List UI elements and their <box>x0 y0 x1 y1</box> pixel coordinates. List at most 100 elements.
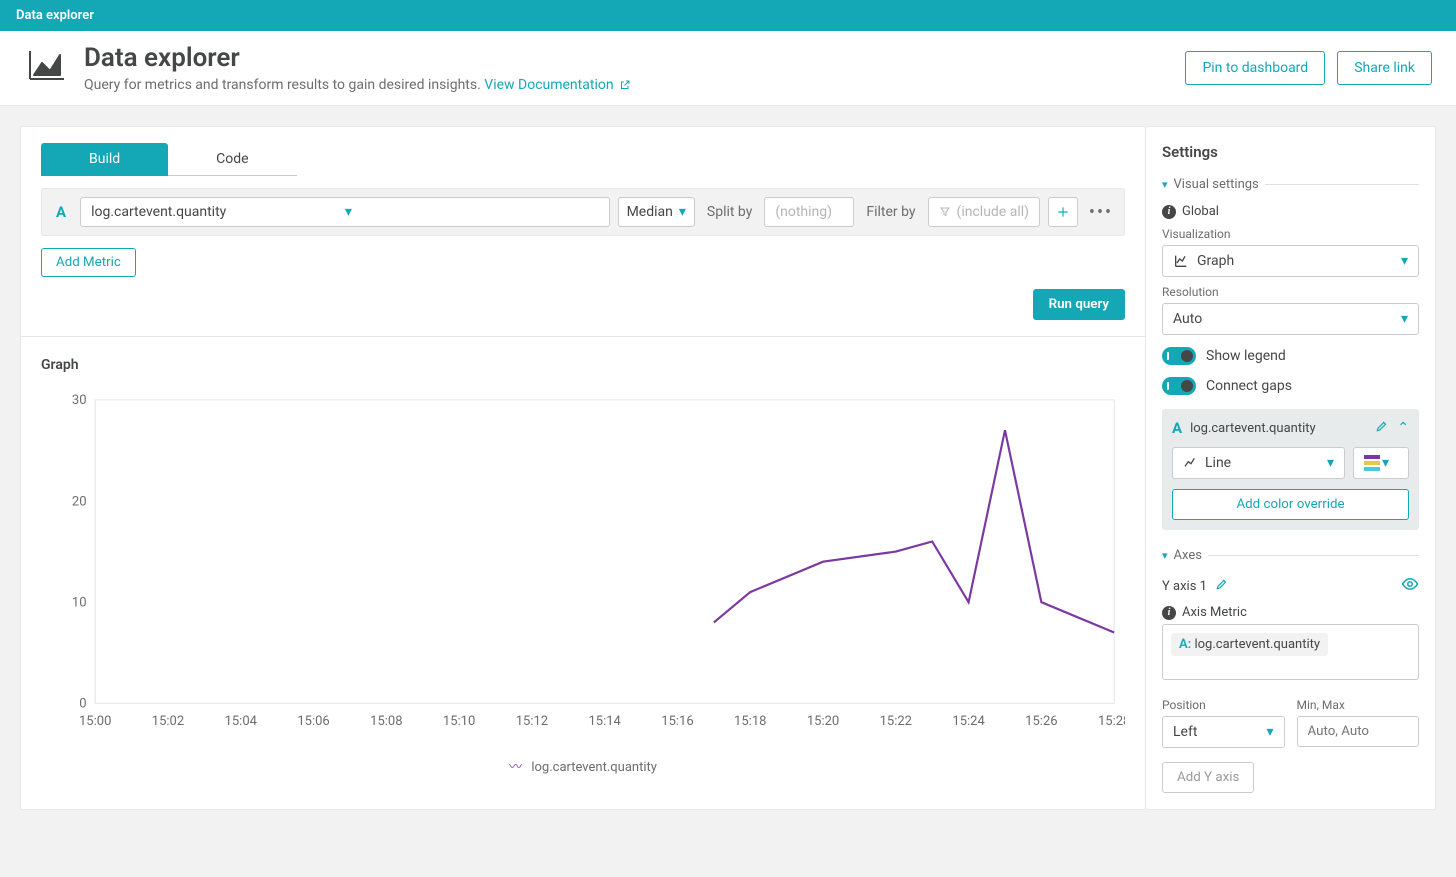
svg-text:15:02: 15:02 <box>152 714 184 729</box>
page-title: Data explorer <box>84 43 1185 73</box>
svg-text:30: 30 <box>72 393 87 408</box>
chart-line-icon <box>1183 455 1199 471</box>
svg-text:15:16: 15:16 <box>661 714 693 729</box>
filter-by-input[interactable]: (include all) <box>928 197 1040 227</box>
chevron-down-icon: ▾ <box>1162 178 1168 191</box>
metric-letter: A <box>50 203 72 221</box>
show-legend-label: Show legend <box>1206 348 1286 364</box>
settings-panel: Settings ▾ Visual settings i Global Visu… <box>1146 126 1436 810</box>
share-link-button[interactable]: Share link <box>1337 51 1432 85</box>
add-metric-button[interactable]: Add Metric <box>41 248 136 277</box>
tab-build[interactable]: Build <box>41 143 168 176</box>
svg-text:15:24: 15:24 <box>952 714 985 729</box>
svg-text:15:20: 15:20 <box>807 714 839 729</box>
svg-text:15:00: 15:00 <box>79 714 111 729</box>
tab-code[interactable]: Code <box>168 143 296 176</box>
plus-icon <box>1056 205 1070 219</box>
metric-settings-box: A log.cartevent.quantity ⌃ Line ▾ ▾ Add <box>1162 409 1419 530</box>
chevron-down-icon: ▾ <box>1266 724 1273 740</box>
svg-text:15:08: 15:08 <box>370 714 402 729</box>
svg-text:15:12: 15:12 <box>516 714 548 729</box>
chevron-down-icon: ▾ <box>679 204 686 220</box>
chart-area-icon <box>24 43 68 91</box>
graph-section: Graph 0 10 20 30 15:00 15:02 15:04 15:06 15:08 15… <box>21 337 1145 795</box>
query-row: A log.cartevent.quantity ▾ Median ▾ Spli… <box>41 188 1125 236</box>
yaxis-name: Y axis 1 <box>1162 579 1207 594</box>
tabs: Build Code <box>21 127 1145 176</box>
add-clause-button[interactable] <box>1048 197 1078 227</box>
edit-icon[interactable] <box>1375 419 1389 437</box>
legend-label: log.cartevent.quantity <box>531 760 657 775</box>
metric-box-letter: A <box>1172 419 1182 437</box>
svg-text:15:26: 15:26 <box>1025 714 1057 729</box>
chevron-down-icon: ▾ <box>1327 455 1334 471</box>
chart-line-icon <box>1173 253 1189 269</box>
chart-type-select[interactable]: Line ▾ <box>1172 447 1345 479</box>
run-query-button[interactable]: Run query <box>1033 289 1125 320</box>
pin-to-dashboard-button[interactable]: Pin to dashboard <box>1185 51 1325 85</box>
connect-gaps-label: Connect gaps <box>1206 378 1292 394</box>
split-by-label: Split by <box>703 204 756 220</box>
more-options-button[interactable]: ••• <box>1086 197 1116 227</box>
svg-text:15:14: 15:14 <box>588 714 621 729</box>
metric-select[interactable]: log.cartevent.quantity ▾ <box>80 197 609 227</box>
svg-text:15:28: 15:28 <box>1098 714 1125 729</box>
position-select[interactable]: Left ▾ <box>1162 716 1285 748</box>
info-icon: i <box>1162 606 1176 620</box>
position-label: Position <box>1162 698 1285 712</box>
aggregation-select[interactable]: Median ▾ <box>618 197 695 227</box>
eye-icon[interactable] <box>1401 575 1419 597</box>
axes-header[interactable]: ▾ Axes <box>1162 548 1419 563</box>
chart-legend: 〰 log.cartevent.quantity <box>41 756 1125 775</box>
add-yaxis-button[interactable]: Add Y axis <box>1162 762 1254 793</box>
info-icon: i <box>1162 205 1176 219</box>
chevron-up-icon[interactable]: ⌃ <box>1397 420 1409 436</box>
topbar-title: Data explorer <box>16 8 94 23</box>
svg-text:15:18: 15:18 <box>734 714 766 729</box>
axis-metric-input[interactable]: A: log.cartevent.quantity <box>1162 624 1419 680</box>
svg-text:15:04: 15:04 <box>225 714 258 729</box>
edit-yaxis-icon[interactable] <box>1215 577 1229 595</box>
svg-text:0: 0 <box>79 697 86 712</box>
show-legend-toggle[interactable] <box>1162 347 1196 365</box>
add-color-override-button[interactable]: Add color override <box>1172 489 1409 520</box>
resolution-select[interactable]: Auto ▾ <box>1162 303 1419 335</box>
chevron-down-icon: ▾ <box>345 204 599 220</box>
color-select[interactable]: ▾ <box>1353 447 1409 479</box>
visualization-label: Visualization <box>1162 227 1419 241</box>
external-link-icon <box>619 79 631 91</box>
svg-text:20: 20 <box>72 494 87 509</box>
topbar: Data explorer <box>0 0 1456 31</box>
visualization-select[interactable]: Graph ▾ <box>1162 245 1419 277</box>
filter-icon <box>939 206 951 218</box>
axis-metric-label: i Axis Metric <box>1162 605 1419 620</box>
page-header: Data explorer Query for metrics and tran… <box>0 31 1456 106</box>
svg-text:15:22: 15:22 <box>880 714 912 729</box>
minmax-label: Min, Max <box>1297 698 1420 712</box>
chevron-down-icon: ▾ <box>1401 253 1408 269</box>
legend-swatch-icon: 〰 <box>509 760 522 775</box>
page-subtitle: Query for metrics and transform results … <box>84 77 1185 93</box>
ellipsis-icon: ••• <box>1089 202 1113 223</box>
minmax-input[interactable] <box>1297 716 1420 747</box>
svg-text:15:06: 15:06 <box>297 714 329 729</box>
chevron-down-icon: ▾ <box>1162 549 1168 562</box>
global-label: i Global <box>1162 204 1419 219</box>
color-palette-icon <box>1364 455 1382 471</box>
chevron-down-icon: ▾ <box>1401 311 1408 327</box>
split-by-input[interactable]: (nothing) <box>764 197 854 227</box>
settings-title: Settings <box>1162 143 1419 161</box>
chart[interactable]: 0 10 20 30 15:00 15:02 15:04 15:06 15:08 15:10 15:… <box>41 389 1125 740</box>
resolution-label: Resolution <box>1162 285 1419 299</box>
query-panel: Build Code A log.cartevent.quantity ▾ Me… <box>20 126 1146 810</box>
svg-text:10: 10 <box>72 596 87 611</box>
view-documentation-link[interactable]: View Documentation <box>484 77 631 93</box>
filter-by-label: Filter by <box>862 204 919 220</box>
visual-settings-header[interactable]: ▾ Visual settings <box>1162 177 1419 192</box>
connect-gaps-toggle[interactable] <box>1162 377 1196 395</box>
metric-box-name: log.cartevent.quantity <box>1190 421 1367 436</box>
axis-metric-chip[interactable]: A: log.cartevent.quantity <box>1171 633 1328 656</box>
svg-text:15:10: 15:10 <box>443 714 475 729</box>
graph-title: Graph <box>41 357 1125 373</box>
chevron-down-icon: ▾ <box>1382 455 1389 471</box>
